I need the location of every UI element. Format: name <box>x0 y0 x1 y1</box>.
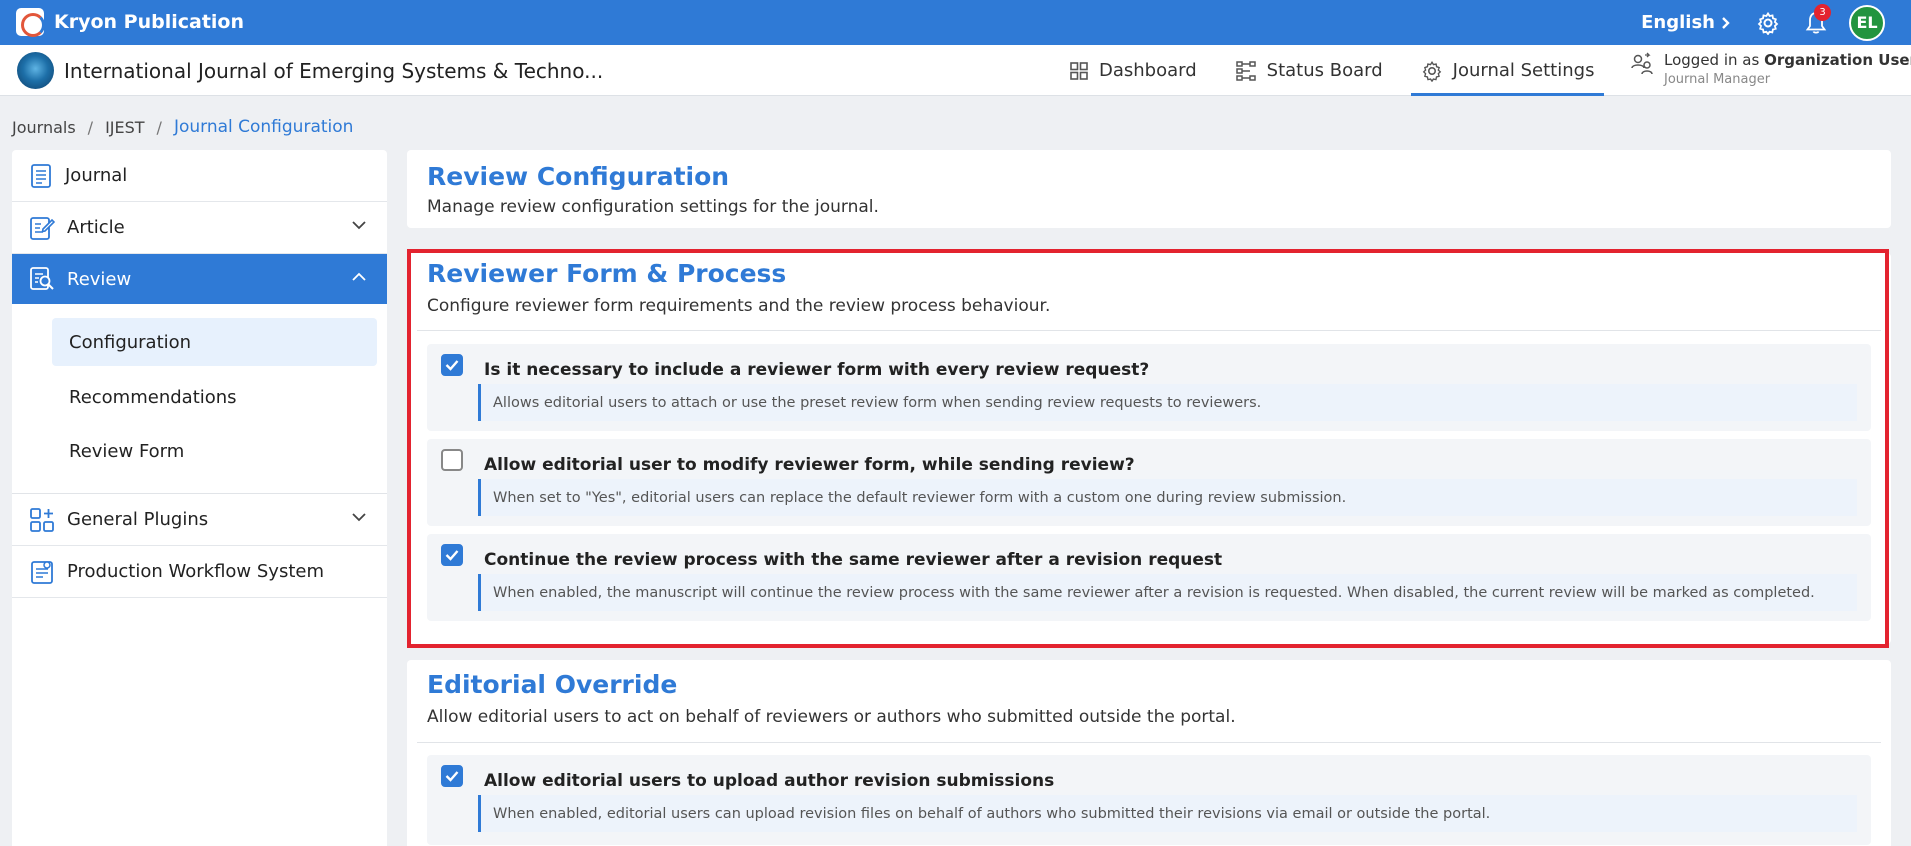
main-nav: Dashboard Status Board Journal Settings <box>1050 45 1613 96</box>
breadcrumb-ijest[interactable]: IJEST <box>105 118 144 137</box>
option-upload-author-revisions: Allow editorial users to upload author r… <box>427 755 1871 845</box>
checkmark-icon <box>445 771 459 782</box>
settings-gear-icon <box>1422 60 1441 82</box>
sidebar-subitem-review-form[interactable]: Review Form <box>52 427 377 475</box>
plugins-grid-icon <box>30 507 54 532</box>
article-edit-icon <box>30 216 55 240</box>
sidebar-item-label: Production Workflow System <box>67 561 324 582</box>
focus-highlight-box <box>407 249 1889 648</box>
sidebar-subitem-recommendations[interactable]: Recommendations <box>52 373 377 421</box>
section-description: Allow editorial users to act on behalf o… <box>427 707 1236 727</box>
sidebar-item-article[interactable]: Article <box>12 202 387 254</box>
chevron-down-icon <box>352 221 366 230</box>
sidebar-item-production-workflow[interactable]: Production Workflow System <box>12 546 387 598</box>
sidebar-item-label: Article <box>67 217 125 238</box>
sidebar-item-label: General Plugins <box>67 509 209 530</box>
chevron-down-icon <box>352 513 366 522</box>
status-board-icon <box>1235 60 1256 81</box>
settings-gear-icon[interactable] <box>1753 8 1783 38</box>
top-bar: Kryon Publication English 3 EL <box>0 0 1911 45</box>
dashboard-icon <box>1070 61 1088 80</box>
user-avatar[interactable]: EL <box>1849 4 1885 41</box>
page-description: Manage review configuration settings for… <box>427 197 879 217</box>
upload-author-revisions-checkbox[interactable] <box>441 765 463 787</box>
sidebar-item-general-plugins[interactable]: General Plugins <box>12 494 387 546</box>
breadcrumb-current: Journal Configuration <box>173 117 354 137</box>
notifications-bell-icon[interactable]: 3 <box>1801 3 1831 38</box>
journal-title: International Journal of Emerging System… <box>64 59 604 83</box>
section-title: Editorial Override <box>427 670 678 699</box>
journal-logo <box>17 52 54 89</box>
nav-journal-settings[interactable]: Journal Settings <box>1410 45 1605 96</box>
language-selector[interactable]: English <box>1641 12 1731 33</box>
sidebar: Journal Article Review Configuration Rec… <box>12 150 387 846</box>
nav-dashboard-label: Dashboard <box>1099 60 1197 81</box>
nav-status-board[interactable]: Status Board <box>1225 45 1393 96</box>
sidebar-item-journal[interactable]: Journal <box>12 150 387 202</box>
section-divider <box>417 742 1881 743</box>
chevron-right-icon <box>1722 16 1730 29</box>
production-workflow-icon <box>31 560 53 584</box>
login-info: Logged in as Organization User Journal M… <box>1630 51 1911 87</box>
chevron-up-icon <box>352 272 366 281</box>
nav-status-board-label: Status Board <box>1266 60 1383 81</box>
brand-logo <box>16 8 45 37</box>
editorial-override-card: Editorial Override Allow editorial users… <box>407 660 1891 846</box>
login-prefix: Logged in as <box>1664 51 1760 69</box>
brand[interactable]: Kryon Publication <box>16 6 244 38</box>
breadcrumb: Journals / IJEST / Journal Configuration <box>12 117 353 137</box>
nav-journal-settings-label: Journal Settings <box>1452 60 1595 81</box>
notification-count-badge: 3 <box>1814 3 1831 21</box>
breadcrumb-journals[interactable]: Journals <box>12 118 76 137</box>
sidebar-item-label: Journal <box>65 165 128 186</box>
login-role: Journal Manager <box>1664 72 1771 87</box>
sidebar-subitem-configuration[interactable]: Configuration <box>52 318 377 366</box>
journal-header: International Journal of Emerging System… <box>0 45 1911 96</box>
brand-name: Kryon Publication <box>54 11 245 33</box>
journal-document-icon <box>31 163 51 188</box>
language-label: English <box>1641 12 1715 33</box>
sidebar-item-label: Review <box>67 268 132 290</box>
page-title: Review Configuration <box>427 162 730 191</box>
breadcrumb-separator: / <box>156 117 162 137</box>
option-help-text: When enabled, editorial users can upload… <box>478 795 1857 832</box>
user-switch-icon[interactable] <box>1630 51 1654 77</box>
sidebar-item-review[interactable]: Review <box>12 254 387 304</box>
breadcrumb-separator: / <box>87 117 94 137</box>
login-user: Organization User <box>1764 51 1911 69</box>
review-configuration-card: Review Configuration Manage review confi… <box>407 150 1891 228</box>
nav-dashboard[interactable]: Dashboard <box>1059 45 1207 96</box>
option-label: Allow editorial users to upload author r… <box>484 771 1055 791</box>
review-icon <box>30 267 54 290</box>
